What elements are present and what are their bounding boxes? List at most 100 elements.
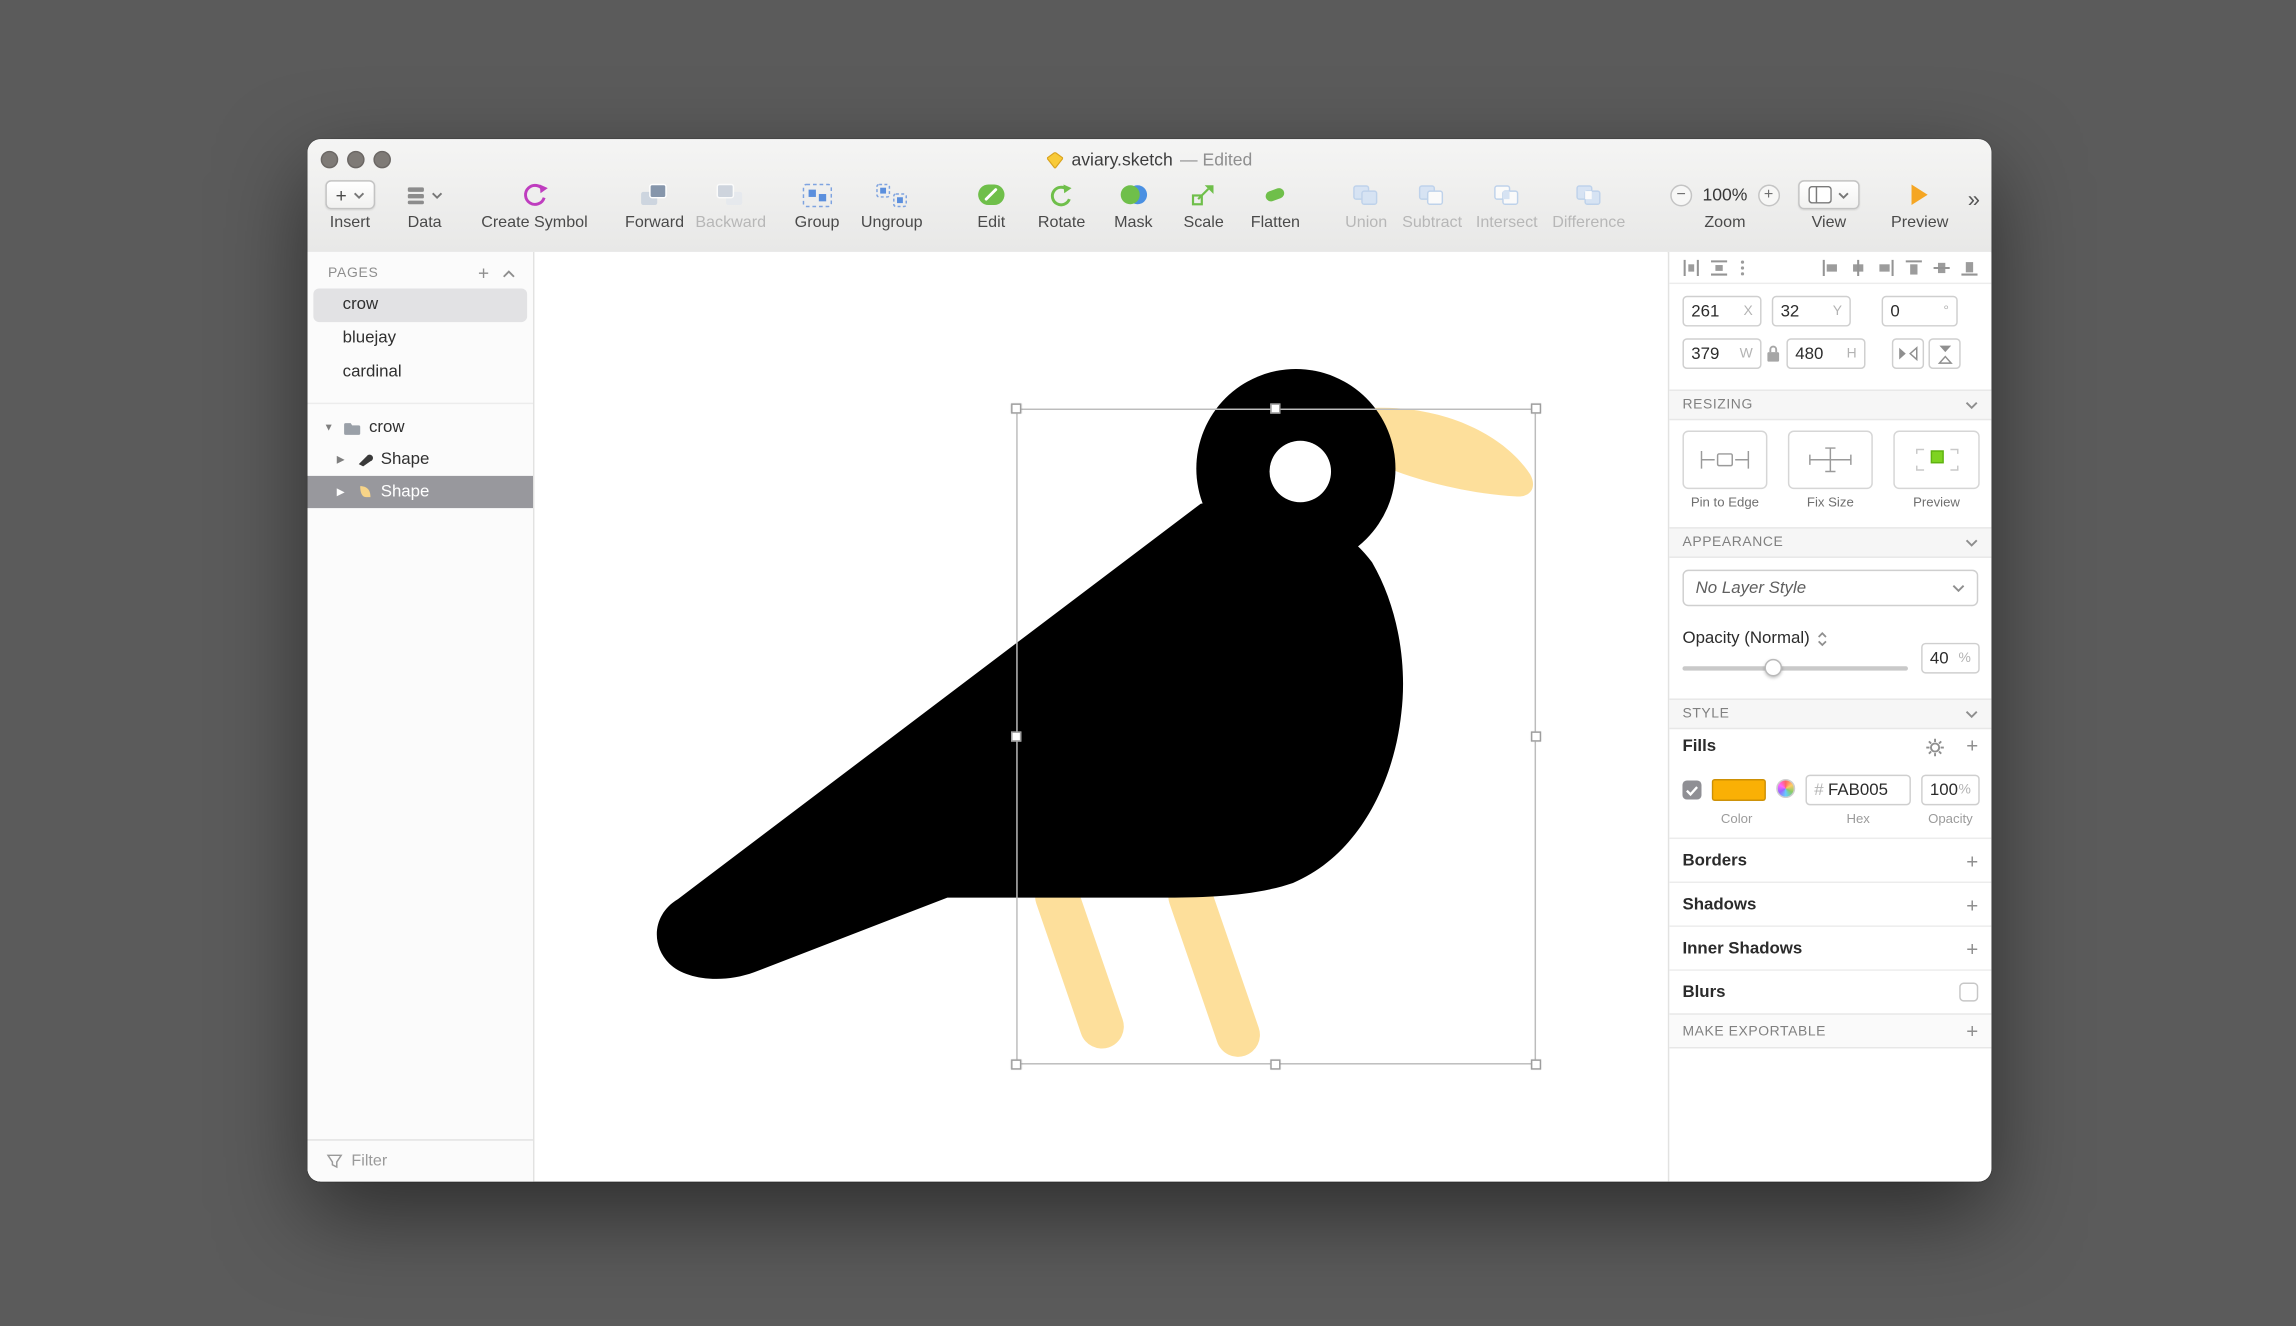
fill-enabled-checkbox[interactable] (1682, 780, 1701, 799)
distribute-horizontally-icon[interactable] (1682, 258, 1700, 276)
close-button[interactable] (321, 151, 339, 169)
page-item-crow[interactable]: crow (313, 288, 527, 322)
zoom-window-button[interactable] (373, 151, 391, 169)
layers-tree: ▼ crow ▶ Shape ▶ Shape (308, 403, 534, 508)
toolbar-insert-button[interactable]: + Insert (325, 179, 374, 232)
toolbar-group-button[interactable]: Group (795, 179, 840, 232)
toolbar-preview-button[interactable]: Preview (1891, 179, 1948, 232)
view-panes-icon (1808, 186, 1831, 204)
toolbar-overflow-button[interactable]: » (1968, 187, 1980, 212)
add-inner-shadow-button[interactable]: + (1966, 938, 1978, 959)
make-exportable-header[interactable]: MAKE EXPORTABLE + (1669, 1013, 1991, 1048)
add-fill-button[interactable]: + (1966, 735, 1978, 756)
layer-item-shape-2[interactable]: ▶ Shape (308, 476, 534, 508)
disclosure-collapsed-icon[interactable]: ▶ (337, 486, 349, 498)
chevron-down-icon (1965, 709, 1978, 718)
fill-opacity-label: Opacity (1909, 811, 1991, 826)
mask-icon (1119, 183, 1147, 206)
layer-style-dropdown[interactable]: No Layer Style (1682, 570, 1978, 607)
borders-row: Borders + (1669, 838, 1991, 882)
add-shadow-button[interactable]: + (1966, 894, 1978, 915)
add-border-button[interactable]: + (1966, 850, 1978, 871)
edit-pencil-icon (977, 182, 1006, 208)
add-page-button[interactable]: + (478, 266, 489, 281)
align-bottom-icon[interactable] (1961, 258, 1979, 276)
add-export-button[interactable]: + (1966, 1021, 1978, 1042)
toolbar-view-button[interactable]: View (1798, 179, 1860, 232)
zoom-out-button[interactable]: − (1670, 184, 1692, 206)
fill-color-swatch[interactable] (1712, 779, 1766, 801)
toolbar-mask-button[interactable]: Mask (1114, 179, 1152, 232)
x-position-field[interactable]: 261X (1682, 296, 1761, 327)
resizing-section-header[interactable]: RESIZING (1669, 390, 1991, 421)
selection-handle-s[interactable] (1270, 1059, 1280, 1069)
selection-handle-w[interactable] (1011, 731, 1021, 741)
flip-vertical-button[interactable] (1928, 338, 1960, 369)
opacity-value-field[interactable]: 40% (1921, 643, 1980, 674)
layer-group-crow[interactable]: ▼ crow (308, 411, 534, 443)
more-options-dots-icon[interactable] (1738, 258, 1747, 276)
toolbar-edit-button[interactable]: Edit (977, 179, 1006, 232)
rotation-field[interactable]: 0° (1882, 296, 1958, 327)
width-field[interactable]: 379W (1682, 338, 1761, 369)
align-center-horizontally-icon[interactable] (1849, 258, 1867, 276)
toolbar-rotate-button[interactable]: Rotate (1038, 179, 1085, 232)
opacity-slider[interactable] (1682, 659, 1908, 677)
selection-handle-ne[interactable] (1531, 403, 1541, 413)
page-item-bluejay[interactable]: bluejay (313, 322, 527, 356)
color-picker-icon[interactable] (1776, 779, 1795, 798)
distribute-vertically-icon[interactable] (1710, 258, 1728, 276)
pin-to-edge-option[interactable] (1682, 431, 1767, 490)
layer-filter-field[interactable]: Filter (308, 1139, 534, 1181)
blurs-row: Blurs (1669, 969, 1991, 1013)
opacity-slider-knob[interactable] (1764, 659, 1782, 677)
toolbar-data-button[interactable]: Data (406, 179, 443, 232)
disclosure-collapsed-icon[interactable]: ▶ (337, 454, 349, 466)
toolbar-ungroup-button[interactable]: Ungroup (861, 179, 923, 232)
fill-options-gear-icon[interactable] (1926, 738, 1945, 757)
zoom-in-button[interactable]: + (1758, 184, 1780, 206)
disclosure-expanded-icon[interactable]: ▼ (324, 422, 336, 432)
align-top-icon[interactable] (1905, 258, 1923, 276)
blend-mode-stepper-icon[interactable] (1817, 630, 1827, 646)
page-item-cardinal[interactable]: cardinal (313, 356, 527, 390)
move-forward-icon (640, 182, 669, 207)
collapse-pages-icon[interactable] (502, 269, 515, 278)
layer-list-sidebar: PAGES + crow bluejay cardinal ▼ crow ▶ (308, 252, 535, 1182)
toolbar-flatten-button[interactable]: Flatten (1251, 179, 1300, 232)
toolbar-zoom-controls: − 100% + Zoom (1670, 179, 1779, 232)
lock-aspect-icon[interactable] (1766, 344, 1781, 363)
y-position-field[interactable]: 32Y (1772, 296, 1851, 327)
fix-size-option[interactable] (1788, 431, 1873, 490)
fill-opacity-field[interactable]: 100% (1921, 775, 1980, 806)
chevron-down-icon (1965, 538, 1978, 547)
selection-handle-n[interactable] (1270, 403, 1280, 413)
toolbar-forward-button[interactable]: Forward (625, 179, 684, 232)
align-right-icon[interactable] (1877, 258, 1895, 276)
selection-bounds (1016, 409, 1536, 1065)
fill-hex-field[interactable]: # FAB005 (1805, 775, 1910, 806)
flip-horizontal-button[interactable] (1892, 338, 1924, 369)
selection-handle-nw[interactable] (1011, 403, 1021, 413)
resizing-preview[interactable] (1893, 431, 1979, 490)
fix-size-label: Fix Size (1788, 495, 1873, 510)
style-section-header[interactable]: STYLE (1669, 698, 1991, 729)
minimize-button[interactable] (347, 151, 365, 169)
height-field[interactable]: 480H (1786, 338, 1865, 369)
selection-handle-sw[interactable] (1011, 1059, 1021, 1069)
move-backward-icon (716, 182, 745, 207)
opacity-label-row: Opacity (Normal) (1682, 630, 1827, 648)
appearance-section-header[interactable]: APPEARANCE (1669, 527, 1991, 558)
layer-item-shape-1[interactable]: ▶ Shape (308, 444, 534, 476)
difference-icon (1576, 184, 1602, 206)
toolbar-create-symbol-button[interactable]: Create Symbol (481, 179, 588, 232)
selection-handle-se[interactable] (1531, 1059, 1541, 1069)
toolbar-difference-button: Difference (1552, 179, 1625, 232)
canvas[interactable] (534, 252, 1667, 1182)
align-middle-vertically-icon[interactable] (1933, 258, 1951, 276)
toolbar-scale-button[interactable]: Scale (1183, 179, 1223, 232)
align-left-icon[interactable] (1822, 258, 1840, 276)
blurs-checkbox[interactable] (1959, 983, 1978, 1002)
selection-handle-e[interactable] (1531, 731, 1541, 741)
opacity-slider-track[interactable] (1682, 666, 1908, 670)
